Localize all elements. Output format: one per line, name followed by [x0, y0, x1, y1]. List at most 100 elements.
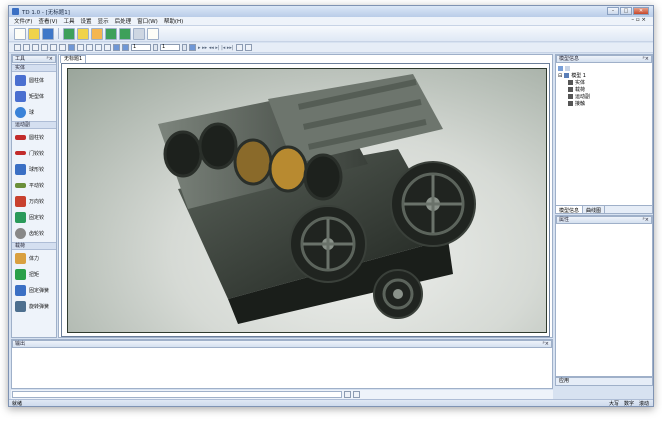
- toolbox-title: 工具 ᵖ×: [12, 55, 56, 63]
- command-run-icon[interactable]: [353, 391, 360, 398]
- wrench-icon[interactable]: [235, 44, 243, 51]
- tool-fixed-spring-label: 固定弹簧: [29, 287, 50, 294]
- view-left-icon[interactable]: [32, 44, 39, 51]
- command-input[interactable]: [12, 391, 342, 398]
- menu-file[interactable]: 文件(F): [11, 17, 35, 25]
- apply-button[interactable]: 应用: [559, 378, 569, 384]
- pin-icon[interactable]: ᵖ×: [643, 217, 649, 223]
- open-folder-icon[interactable]: [28, 27, 40, 40]
- minimize-button[interactable]: –: [607, 7, 619, 15]
- caps-indicator: 大写: [608, 401, 619, 407]
- joint-icon: [568, 94, 573, 99]
- 3d-viewport[interactable]: [67, 68, 547, 333]
- doc-tab[interactable]: 无标题1: [60, 55, 87, 63]
- tool-torque[interactable]: 扭矩: [12, 266, 56, 282]
- tool-sphere[interactable]: 球: [12, 104, 56, 120]
- play-controls-icon[interactable]: ▸ ▸▸ ◂◂ ▸| |◂ ▸▸|: [198, 45, 234, 51]
- status-text: 就绪: [12, 401, 23, 407]
- prismatic-joint-icon: [15, 182, 26, 188]
- tree-expander-icon[interactable]: ⊟: [558, 73, 562, 79]
- pan-icon[interactable]: [86, 44, 93, 51]
- maximize-button[interactable]: □: [620, 7, 632, 15]
- group-joints[interactable]: 运动副: [12, 121, 56, 129]
- tab-model-info[interactable]: 模型信息: [556, 206, 584, 214]
- contact-icon: [568, 101, 573, 106]
- step-spin-1[interactable]: 1: [131, 44, 151, 51]
- menu-window[interactable]: 窗口(W): [134, 17, 161, 25]
- toolbox-panel: 工具 ᵖ× 实体 圆柱体 矩型体 球 运动副 圆柱铰 门铰铰 球形铰 平动铰 万…: [11, 54, 57, 338]
- tool-hinge-joint[interactable]: 门铰铰: [12, 145, 56, 161]
- save-icon[interactable]: [42, 27, 54, 40]
- tool-cylinder[interactable]: 圆柱体: [12, 72, 56, 88]
- view-top-icon[interactable]: [50, 44, 57, 51]
- grid-icon[interactable]: [244, 44, 252, 51]
- run-icon[interactable]: [63, 27, 75, 40]
- view-iso-icon[interactable]: [68, 44, 75, 51]
- zoom-icon[interactable]: [77, 44, 84, 51]
- shade-icon[interactable]: [113, 44, 120, 51]
- solid-icon: [568, 80, 573, 85]
- view-back-icon[interactable]: [23, 44, 30, 51]
- analysis-icon[interactable]: [133, 27, 145, 40]
- hinge-joint-icon: [15, 151, 26, 155]
- tool-box-label: 矩型体: [29, 93, 45, 100]
- rotate-icon[interactable]: [95, 44, 102, 51]
- view-bottom-icon[interactable]: [59, 44, 66, 51]
- lightning-icon[interactable]: [77, 27, 89, 40]
- fit-icon[interactable]: [104, 44, 111, 51]
- menu-postprocess[interactable]: 后处理: [112, 17, 135, 25]
- model-info-title-label: 模型信息: [559, 56, 580, 62]
- tool-body-force[interactable]: 体力: [12, 250, 56, 266]
- tree-item-contact[interactable]: 接触: [558, 100, 650, 107]
- menu-tools[interactable]: 工具: [61, 17, 78, 25]
- step-dropdown-2[interactable]: [182, 44, 187, 51]
- mesh-icon[interactable]: [119, 27, 131, 40]
- tool-fixed-spring[interactable]: 固定弹簧: [12, 282, 56, 298]
- toolbar-separator: [58, 28, 59, 39]
- tool-gear-joint[interactable]: 齿轮铰: [12, 225, 56, 241]
- tool-prismatic-joint[interactable]: 平动铰: [12, 177, 56, 193]
- model-icon[interactable]: [105, 27, 117, 40]
- tree-item-joint[interactable]: 运动副: [558, 93, 650, 100]
- tool-hinge-joint-label: 门铰铰: [29, 150, 45, 157]
- properties-panel: 属性 ᵖ×: [555, 215, 653, 377]
- group-solid[interactable]: 实体: [12, 64, 56, 72]
- expand-icon[interactable]: [558, 66, 563, 71]
- group-loads[interactable]: 载荷: [12, 242, 56, 250]
- tool-fixed-joint[interactable]: 固定铰: [12, 209, 56, 225]
- color-icon[interactable]: [189, 44, 196, 51]
- wireframe-icon[interactable]: [122, 44, 129, 51]
- tool-cylindrical-joint[interactable]: 圆柱铰: [12, 129, 56, 145]
- new-file-icon[interactable]: [14, 27, 26, 40]
- command-dropdown-icon[interactable]: [344, 391, 351, 398]
- command-bar: [11, 390, 553, 399]
- pin-icon[interactable]: ᵖ×: [47, 56, 53, 62]
- menu-help[interactable]: 帮助(H): [161, 17, 186, 25]
- pin-icon[interactable]: ᵖ×: [643, 56, 649, 62]
- tool-rotary-spring[interactable]: 旋转弹簧: [12, 298, 56, 314]
- step-spin-2[interactable]: 1: [160, 44, 180, 51]
- step-dropdown-1[interactable]: [153, 44, 158, 51]
- menu-settings[interactable]: 设置: [78, 17, 95, 25]
- tool-ball-joint-label: 球形铰: [29, 166, 45, 173]
- settings-icon[interactable]: [91, 27, 103, 40]
- tree-item-solid[interactable]: 实体: [558, 79, 650, 86]
- collapse-icon[interactable]: [565, 66, 570, 71]
- tool-body-force-label: 体力: [29, 255, 40, 262]
- tree-item-load[interactable]: 载荷: [558, 86, 650, 93]
- mdi-controls[interactable]: – ▫ ×: [628, 17, 649, 23]
- close-button[interactable]: ✕: [633, 7, 649, 15]
- curve-icon[interactable]: [147, 27, 159, 40]
- tool-ball-joint[interactable]: 球形铰: [12, 161, 56, 177]
- menu-view[interactable]: 查看(V): [35, 17, 60, 25]
- menu-display[interactable]: 显示: [95, 17, 112, 25]
- tool-sphere-label: 球: [29, 109, 35, 116]
- view-front-icon[interactable]: [14, 44, 21, 51]
- view-right-icon[interactable]: [41, 44, 48, 51]
- tab-curve[interactable]: 曲线图: [583, 206, 606, 214]
- pin-icon[interactable]: ᵖ×: [543, 341, 549, 347]
- tree-root[interactable]: ⊟ 模型 1: [558, 72, 650, 80]
- title-bar: TD 1.0 - [无标题1] – □ ✕: [9, 6, 653, 17]
- tool-box[interactable]: 矩型体: [12, 88, 56, 104]
- tool-universal-joint[interactable]: 万向铰: [12, 193, 56, 209]
